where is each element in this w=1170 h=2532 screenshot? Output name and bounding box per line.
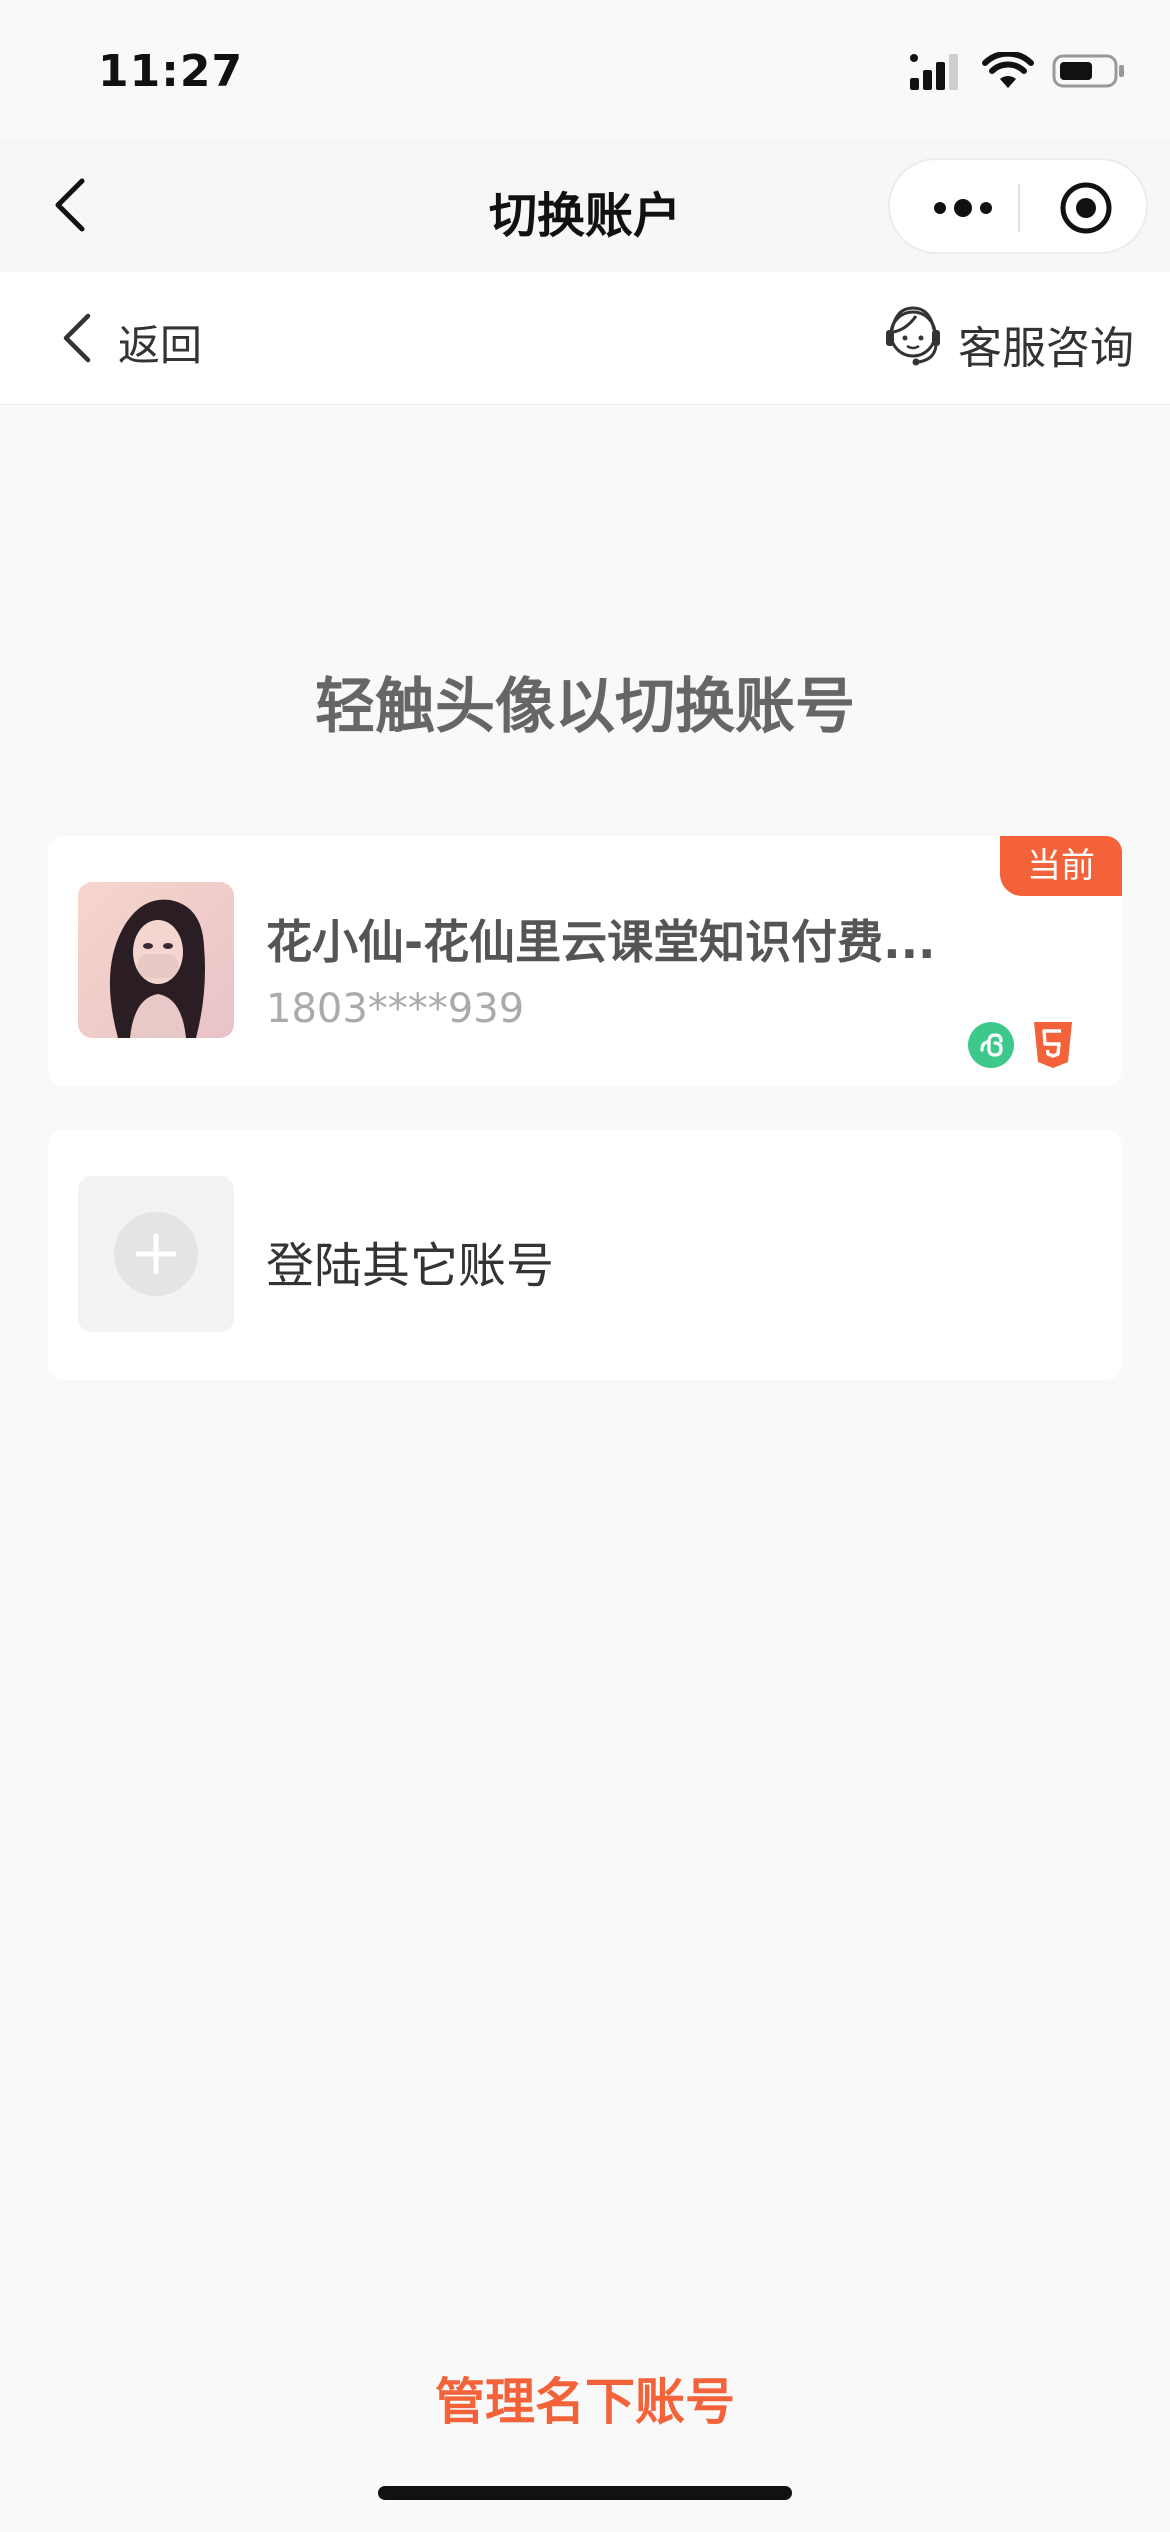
battery-icon [1052,54,1124,88]
add-account-button[interactable] [78,1176,234,1332]
current-account-card[interactable]: 当前 花小仙-花仙里云课堂知识付费... 1803****939 [48,836,1122,1086]
status-icons [910,52,1126,90]
account-name: 花小仙-花仙里云课堂知识付费... [266,915,936,969]
add-account-label[interactable]: 登陆其它账号 [266,1226,554,1296]
avatar[interactable] [78,882,234,1038]
close-mini-program-icon[interactable] [1058,180,1114,236]
mini-program-capsule [888,158,1148,254]
manage-accounts-link[interactable]: 管理名下账号 [0,2362,1170,2434]
mini-program-icon [968,1022,1014,1068]
wifi-icon [982,52,1034,88]
plus-icon [135,1233,177,1275]
more-options-icon[interactable] [928,184,998,232]
current-badge: 当前 [1000,836,1122,896]
customer-service-icon[interactable] [880,300,946,372]
back-button-label[interactable]: 返回 [118,312,202,373]
html5-icon [1034,1022,1072,1068]
status-time: 11:27 [98,46,244,97]
capsule-divider [1018,184,1020,232]
customer-service-label[interactable]: 客服咨询 [958,312,1134,376]
account-phone: 1803****939 [266,986,525,1032]
add-circle [114,1212,198,1296]
home-indicator [378,2486,792,2500]
switch-account-hint: 轻触头像以切换账号 [315,672,855,742]
signal-icon [910,54,958,90]
back-chevron-icon[interactable] [52,308,102,368]
add-account-card[interactable]: 登陆其它账号 [48,1130,1122,1380]
